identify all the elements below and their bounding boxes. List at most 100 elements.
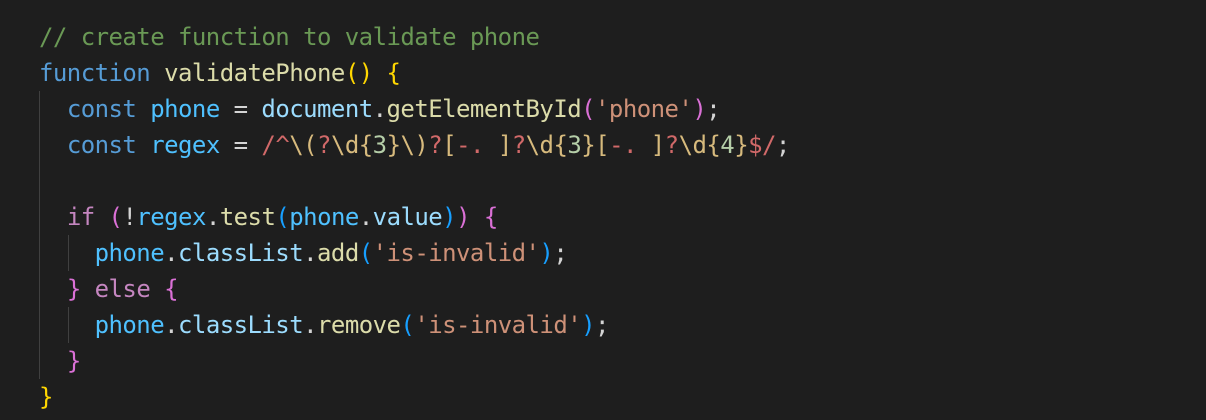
code-token: function xyxy=(39,59,151,87)
code-token: \( xyxy=(289,131,318,159)
code-token: } xyxy=(386,131,401,159)
code-line[interactable]: function validatePhone() { xyxy=(39,55,790,91)
code-token: ; xyxy=(553,239,568,267)
code-token: . xyxy=(164,311,179,339)
indentation xyxy=(39,347,67,375)
indentation xyxy=(39,203,67,231)
code-token: const xyxy=(66,95,137,123)
indent-guide xyxy=(39,307,40,343)
code-token: regex xyxy=(150,131,220,159)
code-token: ] xyxy=(650,131,665,159)
code-token: } xyxy=(39,383,53,411)
code-token: ( xyxy=(108,203,123,231)
indentation xyxy=(39,167,67,195)
code-token: ? xyxy=(428,131,443,159)
code-token: phone xyxy=(289,203,359,231)
code-token: } xyxy=(734,131,749,159)
indent-guide xyxy=(39,343,40,379)
indentation xyxy=(39,239,95,267)
code-token: regex xyxy=(136,203,206,231)
code-token: /^ xyxy=(261,131,290,159)
code-token: ( xyxy=(581,95,596,123)
code-line[interactable] xyxy=(39,163,790,199)
code-token: 4 xyxy=(720,131,735,159)
code-token: } xyxy=(66,275,81,303)
code-token: remove xyxy=(317,311,401,339)
code-token: { xyxy=(386,59,401,87)
code-token: ! xyxy=(122,203,137,231)
code-line[interactable]: } else { xyxy=(39,271,790,307)
indent-guide xyxy=(39,235,40,271)
code-line[interactable]: if (!regex.test(phone.value)) { xyxy=(39,199,790,235)
code-text-area[interactable]: // create function to validate phone func… xyxy=(39,19,790,415)
code-line[interactable]: phone.classList.remove('is-invalid'); xyxy=(39,307,790,343)
code-token: document xyxy=(261,95,373,123)
code-token: ) xyxy=(581,311,596,339)
code-line[interactable]: const regex = /^\(?\d{3}\)?[-. ]?\d{3}[-… xyxy=(39,127,790,163)
indent-guide xyxy=(39,91,40,127)
code-token: classList xyxy=(178,239,304,267)
indent-guide xyxy=(39,127,40,163)
code-token: else xyxy=(94,275,151,303)
code-token: } xyxy=(581,131,596,159)
code-token: . xyxy=(205,203,220,231)
code-token: getElementById xyxy=(386,95,582,123)
indent-guide xyxy=(68,307,69,343)
code-line[interactable]: // create function to validate phone xyxy=(39,19,790,55)
indent-guide xyxy=(39,271,40,307)
code-token: [ xyxy=(442,131,457,159)
code-token: ? xyxy=(317,131,331,159)
code-token: ; xyxy=(595,311,609,339)
code-token: test xyxy=(219,203,276,231)
code-token: . xyxy=(303,311,318,339)
code-token: \d xyxy=(678,131,707,159)
code-token: -. xyxy=(456,131,498,159)
code-token: = xyxy=(219,131,262,159)
code-token: { xyxy=(706,131,721,159)
code-token: 'phone' xyxy=(595,95,693,123)
code-token: ? xyxy=(511,131,526,159)
code-token: () xyxy=(344,59,373,87)
code-token: ) xyxy=(442,203,457,231)
code-token: ; xyxy=(775,131,790,159)
code-editor[interactable]: // create function to validate phone func… xyxy=(0,0,1206,420)
indent-guide xyxy=(68,235,69,271)
code-token: ] xyxy=(497,131,512,159)
code-token: 3 xyxy=(372,131,387,159)
code-token: } xyxy=(66,347,81,375)
code-token: ) xyxy=(692,95,707,123)
code-token: { xyxy=(164,275,179,303)
code-token: // create function to validate phone xyxy=(39,23,540,51)
code-token: . xyxy=(303,239,318,267)
code-line[interactable]: } xyxy=(39,379,790,415)
code-token: . xyxy=(164,239,179,267)
code-token: = xyxy=(219,95,262,123)
code-token: 'is-invalid' xyxy=(414,311,582,339)
code-token: value xyxy=(372,203,443,231)
indentation xyxy=(39,275,67,303)
code-token: -. xyxy=(609,131,651,159)
code-line[interactable]: } xyxy=(39,343,790,379)
code-token: phone xyxy=(94,239,165,267)
code-token: . xyxy=(372,95,387,123)
indentation xyxy=(39,131,67,159)
code-token: ( xyxy=(358,239,373,267)
code-token: phone xyxy=(94,311,165,339)
indent-guide xyxy=(39,163,40,199)
indentation xyxy=(39,311,95,339)
code-line[interactable]: phone.classList.add('is-invalid'); xyxy=(39,235,790,271)
code-token: ? xyxy=(664,131,679,159)
code-token: \d xyxy=(525,131,554,159)
code-token: ( xyxy=(275,203,290,231)
code-line[interactable]: const phone = document.getElementById('p… xyxy=(39,91,790,127)
code-token: const xyxy=(66,131,137,159)
indent-guide xyxy=(39,199,40,235)
code-token: \) xyxy=(400,131,429,159)
